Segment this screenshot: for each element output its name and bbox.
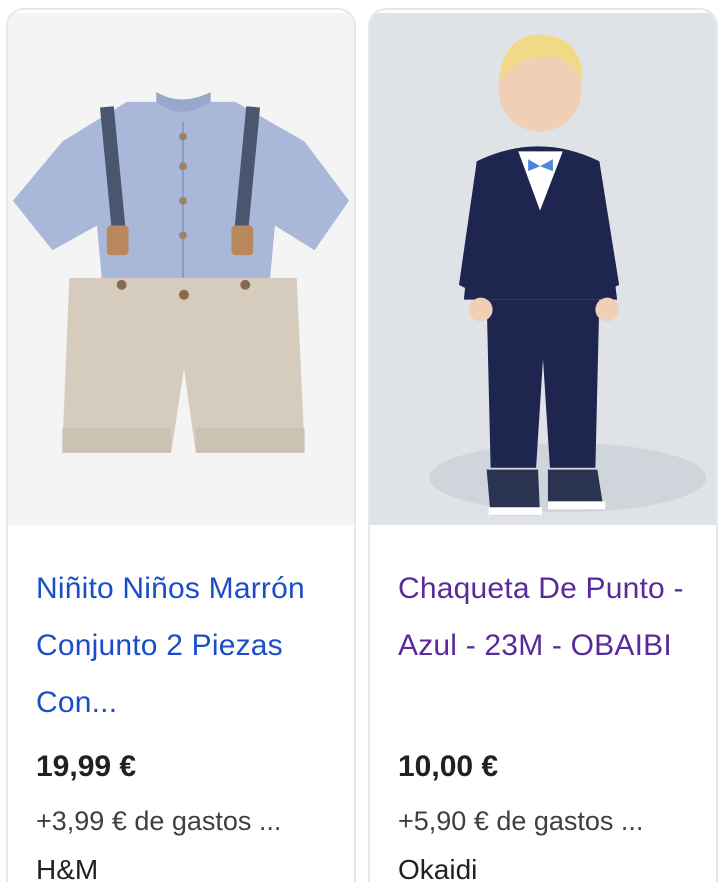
product-price: 19,99 € — [36, 750, 137, 783]
store-name: H&M — [36, 854, 99, 882]
shirt-and-shorts-illustration — [8, 12, 354, 526]
product-price: 10,00 € — [398, 750, 499, 783]
store-name: Okaidi — [398, 854, 478, 882]
product-image-boy-in-blazer[interactable] — [370, 10, 716, 528]
product-image-outfit[interactable] — [8, 10, 354, 528]
shipping-cost: +5,90 € de gastos ... — [398, 806, 644, 836]
product-title[interactable]: Niñito Niños Marrón Conjunto 2 Piezas Co… — [36, 560, 336, 731]
boy-in-suit-illustration — [370, 12, 716, 526]
product-card-okaidi[interactable]: Chaqueta De Punto - Azul - 23M - OBAIBI … — [368, 8, 718, 882]
shipping-cost: +3,99 € de gastos ... — [36, 806, 282, 836]
product-title[interactable]: Chaqueta De Punto - Azul - 23M - OBAIBI — [398, 560, 698, 674]
product-card-hm[interactable]: Niñito Niños Marrón Conjunto 2 Piezas Co… — [6, 8, 356, 882]
